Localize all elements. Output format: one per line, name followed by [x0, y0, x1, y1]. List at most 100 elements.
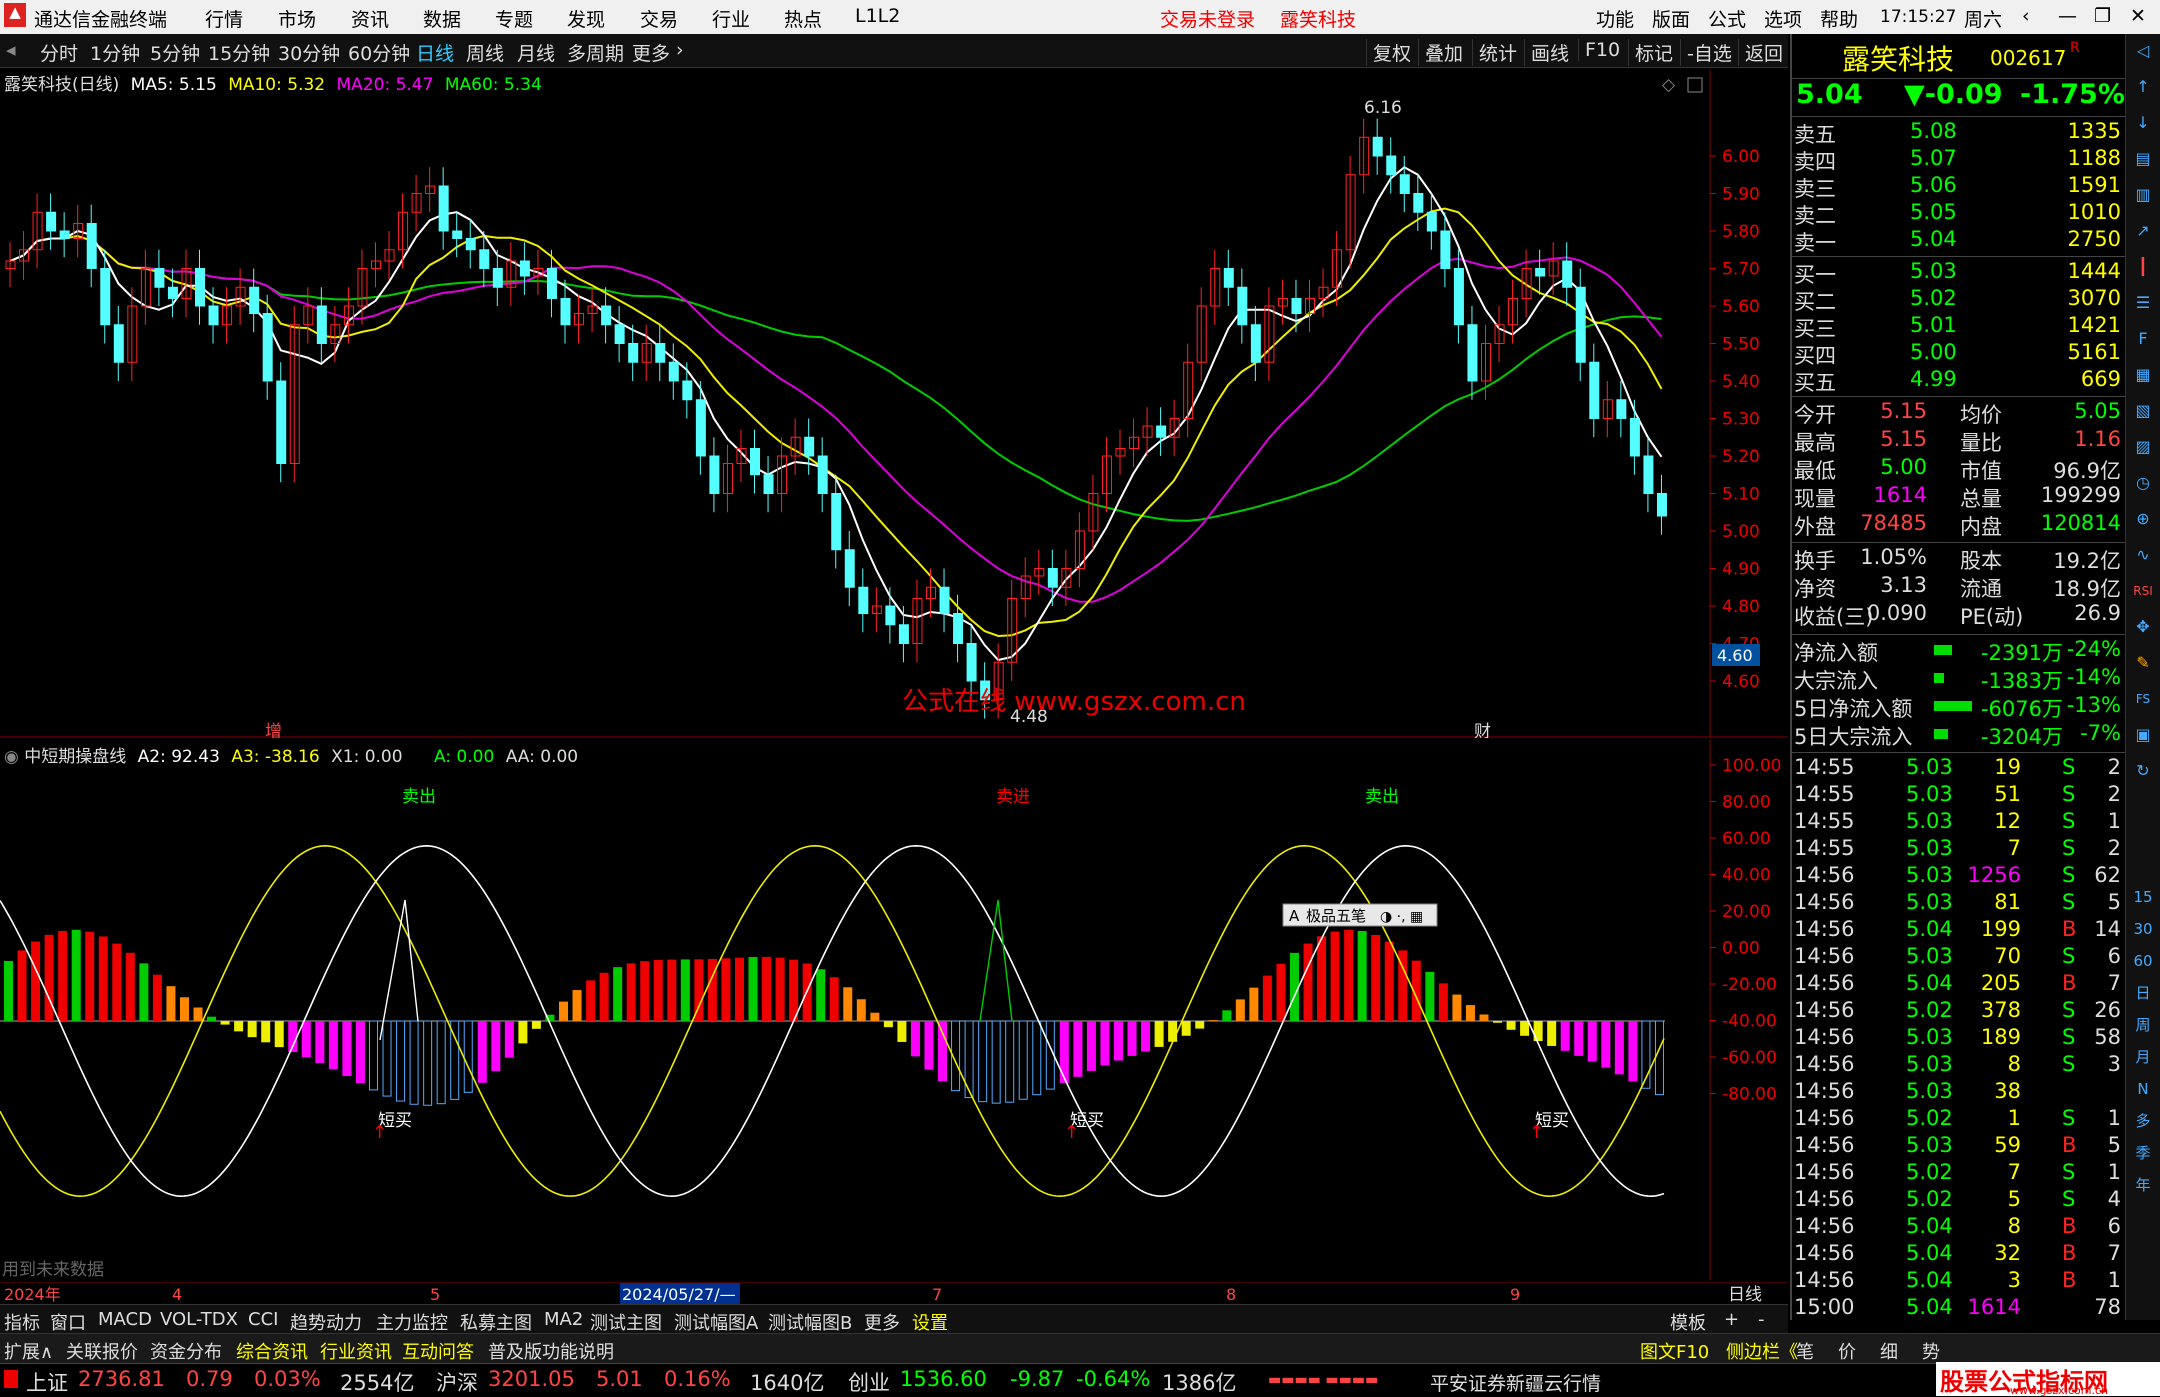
minimize-icon[interactable]: — [2058, 5, 2077, 27]
tab-zijin[interactable]: 资金分布 [150, 1338, 222, 1364]
zoom-icon[interactable]: ⊕ [2130, 506, 2156, 532]
tool-f10[interactable]: F10 [1578, 39, 1620, 61]
image-icon[interactable]: ▣ [2130, 722, 2156, 748]
menu-banmian[interactable]: 版面 [1652, 5, 1690, 32]
table-icon[interactable]: ▧ [2130, 398, 2156, 424]
tool-biaoji[interactable]: 标记 [1628, 39, 1673, 66]
remove-tab-button[interactable]: - [1758, 1309, 1765, 1330]
period-multi[interactable]: 多周期 [567, 39, 624, 66]
period-1min[interactable]: 1分钟 [90, 39, 140, 66]
trend-icon[interactable]: ↗ [2130, 218, 2156, 244]
period-15min[interactable]: 15分钟 [208, 39, 270, 66]
menu-redian[interactable]: 热点 [784, 5, 822, 32]
arrow-up-icon[interactable]: ↑ [2130, 74, 2156, 100]
sh-label[interactable]: 上证 [26, 1367, 68, 1397]
list-icon[interactable]: ☰ [2130, 290, 2156, 316]
expand-icon[interactable]: ◂ [6, 39, 16, 61]
tab-kuozhan[interactable]: 扩展∧ [4, 1338, 53, 1364]
tab-cci[interactable]: CCI [248, 1309, 278, 1330]
period-60min[interactable]: 60分钟 [348, 39, 410, 66]
tab-tuwen-f10[interactable]: 图文F10 [1640, 1338, 1709, 1364]
menu-gongshi[interactable]: 公式 [1708, 5, 1746, 32]
menu-jiaoyi[interactable]: 交易 [640, 5, 678, 32]
market-icon[interactable]: ▤ [2130, 146, 2156, 172]
menu-zhuanti[interactable]: 专题 [495, 5, 533, 32]
menu-shuju[interactable]: 数据 [423, 5, 461, 32]
fin-icon[interactable]: F [2130, 326, 2156, 352]
tab-chuangkou[interactable]: 窗口 [50, 1309, 86, 1335]
tab-macd[interactable]: MACD [98, 1309, 152, 1330]
period-shortcut[interactable]: 60 [2130, 948, 2156, 974]
period-monthly[interactable]: 月线 [517, 39, 555, 66]
indicator-chart[interactable]: 100.00 80.00 60.00 40.00 20.00 0.00 -20.00 -40.… [0, 740, 1788, 1280]
period-shortcut[interactable]: 年 [2130, 1172, 2156, 1198]
close-icon[interactable]: ✕ [2130, 5, 2146, 27]
pen-icon[interactable]: ✎ [2130, 650, 2156, 676]
refresh-icon[interactable]: ↻ [2130, 758, 2156, 784]
doc-icon[interactable]: ▨ [2130, 434, 2156, 460]
cy-label[interactable]: 创业 [848, 1367, 890, 1397]
period-fenshi[interactable]: 分时 [40, 39, 78, 66]
menu-hangqing[interactable]: 行情 [205, 5, 243, 32]
tool-fanhui[interactable]: 返回 [1738, 39, 1783, 66]
period-shortcut[interactable]: 多 [2130, 1108, 2156, 1134]
tab-hangye-zixun[interactable]: 行业资讯 [320, 1338, 392, 1364]
tab-jia[interactable]: 价 [1838, 1338, 1856, 1364]
chart-icon[interactable]: ▥ [2130, 182, 2156, 208]
tool-zixuan[interactable]: -自选 [1680, 39, 1732, 66]
clock-icon[interactable]: ◷ [2130, 470, 2156, 496]
board-icon[interactable]: ▦ [2130, 362, 2156, 388]
add-tab-button[interactable]: + [1724, 1309, 1739, 1330]
tab-shi[interactable]: 势 [1922, 1338, 1940, 1364]
period-5min[interactable]: 5分钟 [150, 39, 200, 66]
menu-l1l2[interactable]: L1L2 [855, 5, 900, 27]
arrow-down-icon[interactable]: ↓ [2130, 110, 2156, 136]
login-status[interactable]: 交易未登录 [1160, 5, 1255, 32]
period-shortcut[interactable]: 周 [2130, 1012, 2156, 1038]
period-shortcut[interactable]: N [2130, 1076, 2156, 1102]
tool-huaxian[interactable]: 画线 [1524, 39, 1569, 66]
tab-zhuli[interactable]: 主力监控 [376, 1309, 448, 1335]
tab-shezhi[interactable]: 设置 [912, 1309, 948, 1335]
tab-vol[interactable]: VOL-TDX [160, 1309, 238, 1330]
wave-icon[interactable]: ∿ [2130, 542, 2156, 568]
tab-simu[interactable]: 私募主图 [460, 1309, 532, 1335]
tick-list[interactable]: 14:55 5.03 19 S 2 14:55 5.03 51 S 2 14:55 5.03 12 S 1 1… [1792, 752, 2127, 1320]
period-shortcut[interactable]: 日 [2130, 980, 2156, 1006]
menu-shichang[interactable]: 市场 [278, 5, 316, 32]
menu-xuanxiang[interactable]: 选项 [1764, 5, 1802, 32]
candlestick-chart[interactable]: 6.00 5.90 5.80 5.70 5.60 5.50 5.40 5.30 5.20 5.10… [0, 70, 1788, 738]
more-arrow-icon[interactable]: › [676, 39, 684, 61]
period-weekly[interactable]: 周线 [466, 39, 504, 66]
fs-icon[interactable]: FS [2130, 686, 2156, 712]
period-shortcut[interactable]: 30 [2130, 916, 2156, 942]
tab-ceshi-a[interactable]: 测试幅图A [674, 1309, 758, 1335]
period-shortcut[interactable]: 季 [2130, 1140, 2156, 1166]
tool-diejia[interactable]: 叠加 [1418, 39, 1463, 66]
move-icon[interactable]: ✥ [2130, 614, 2156, 640]
back-icon[interactable]: ‹ [2022, 5, 2030, 27]
tab-xi[interactable]: 细 [1880, 1338, 1898, 1364]
tab-ceshi[interactable]: 测试主图 [590, 1309, 662, 1335]
restore-icon[interactable]: ❐ [2094, 5, 2111, 27]
period-30min[interactable]: 30分钟 [278, 39, 340, 66]
tab-qushi[interactable]: 趋势动力 [290, 1309, 362, 1335]
tab-ma2[interactable]: MA2 [544, 1309, 583, 1330]
tab-muban[interactable]: 模板 [1670, 1309, 1706, 1335]
sz-label[interactable]: 沪深 [436, 1367, 478, 1397]
collapse-icon[interactable]: ◁ [2130, 38, 2156, 64]
tab-bi[interactable]: 笔 [1796, 1338, 1814, 1364]
menu-hangye[interactable]: 行业 [712, 5, 750, 32]
tab-hudong[interactable]: 互动问答 [402, 1338, 474, 1364]
tab-more[interactable]: 更多 [864, 1309, 900, 1335]
tab-sidebar[interactable]: 侧边栏《 [1726, 1338, 1798, 1364]
tab-zonghe[interactable]: 综合资讯 [236, 1338, 308, 1364]
period-shortcut[interactable]: 月 [2130, 1044, 2156, 1070]
rsi-icon[interactable]: RSI [2130, 578, 2156, 604]
period-daily[interactable]: 日线 [416, 39, 454, 66]
tool-tongji[interactable]: 统计 [1472, 39, 1517, 66]
period-shortcut[interactable]: 15 [2130, 884, 2156, 910]
tab-zhibiao[interactable]: 指标 [4, 1309, 40, 1335]
kline-icon[interactable]: ┃ [2130, 254, 2156, 280]
menu-faxian[interactable]: 发现 [567, 5, 605, 32]
